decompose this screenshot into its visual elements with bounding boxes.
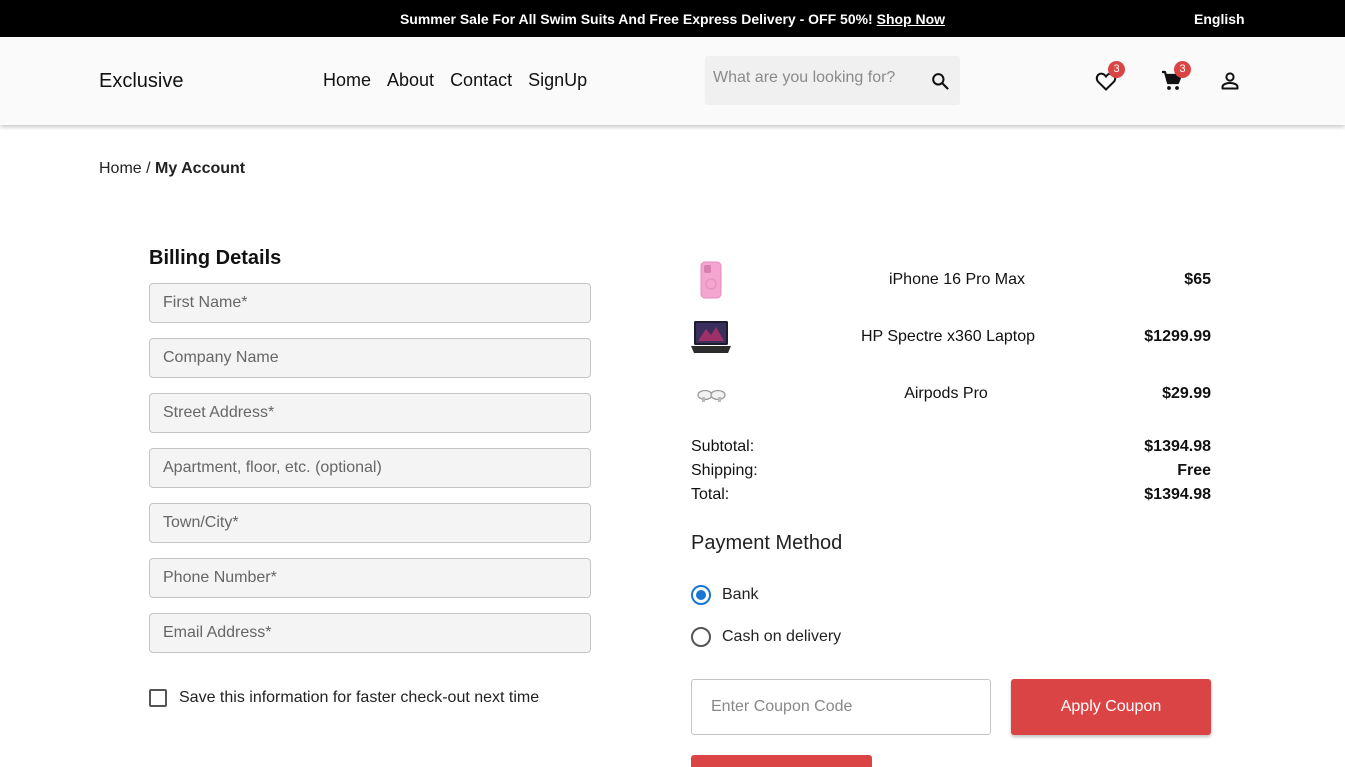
total-value: $1394.98	[1144, 486, 1211, 503]
first-name-field	[149, 283, 591, 323]
cod-radio[interactable]	[691, 627, 711, 647]
search-input[interactable]	[713, 69, 913, 87]
order-item-price: $65	[1184, 271, 1211, 288]
apartment-input[interactable]	[150, 449, 590, 487]
order-item-price: $1299.99	[1144, 328, 1211, 345]
cod-label: Cash on delivery	[722, 628, 842, 645]
logo[interactable]: Exclusive	[99, 70, 183, 93]
company-name-input[interactable]	[150, 339, 590, 377]
main-nav: Home About Contact SignUp	[323, 70, 587, 91]
order-item: HP Spectre x360 Laptop $1299.99	[691, 317, 1211, 357]
coupon-input[interactable]	[692, 680, 990, 734]
shipping-value: Free	[1177, 462, 1211, 479]
company-name-field	[149, 338, 591, 378]
phone-number-input[interactable]	[150, 559, 590, 597]
search-box	[705, 56, 960, 105]
laptop-icon	[691, 321, 731, 353]
apartment-field	[149, 448, 591, 488]
first-name-input[interactable]	[150, 284, 590, 322]
email-address-field	[149, 613, 591, 653]
promo-banner: Summer Sale For All Swim Suits And Free …	[0, 11, 1345, 27]
email-address-input[interactable]	[150, 614, 590, 652]
shipping-label: Shipping:	[691, 462, 758, 479]
order-item-name: HP Spectre x360 Laptop	[860, 328, 1036, 345]
coupon-field	[691, 679, 991, 735]
breadcrumb: Home / My Account	[99, 160, 245, 178]
announcement-bar: Summer Sale For All Swim Suits And Free …	[0, 0, 1345, 37]
bank-radio[interactable]	[691, 585, 711, 605]
subtotal-row: Subtotal: $1394.98	[691, 438, 1211, 458]
order-item-name: iPhone 16 Pro Max	[888, 271, 1026, 288]
bank-label: Bank	[722, 586, 759, 603]
street-address-input[interactable]	[150, 394, 590, 432]
town-city-field	[149, 503, 591, 543]
payment-option-bank[interactable]: Bank	[691, 585, 758, 605]
order-item-price: $29.99	[1162, 385, 1211, 402]
user-icon[interactable]	[1218, 69, 1242, 93]
language-selector[interactable]: English	[1194, 11, 1245, 27]
street-address-field	[149, 393, 591, 433]
payment-option-cod[interactable]: Cash on delivery	[691, 627, 841, 647]
shop-now-link[interactable]: Shop Now	[877, 11, 945, 27]
nav-signup[interactable]: SignUp	[528, 70, 587, 91]
save-info-checkbox[interactable]	[149, 689, 167, 707]
wishlist-badge: 3	[1108, 61, 1125, 78]
shipping-row: Shipping: Free	[691, 462, 1211, 482]
order-item-name: Airpods Pro	[904, 385, 988, 402]
earbuds-icon	[697, 389, 726, 402]
order-item: iPhone 16 Pro Max $65	[691, 260, 1211, 300]
total-label: Total:	[691, 486, 730, 503]
site-header: Exclusive Home About Contact SignUp 3 3	[0, 37, 1345, 125]
apply-coupon-button[interactable]: Apply Coupon	[1011, 679, 1211, 735]
breadcrumb-current: My Account	[155, 160, 246, 177]
place-order-button[interactable]	[691, 755, 872, 767]
town-city-input[interactable]	[150, 504, 590, 542]
save-info-row[interactable]: Save this information for faster check-o…	[149, 689, 539, 707]
payment-method-title: Payment Method	[691, 532, 843, 554]
promo-text: Summer Sale For All Swim Suits And Free …	[399, 11, 873, 27]
nav-home[interactable]: Home	[323, 70, 371, 91]
phone-icon	[700, 261, 722, 299]
search-icon[interactable]	[930, 71, 950, 91]
breadcrumb-home[interactable]: Home	[99, 160, 142, 177]
nav-about[interactable]: About	[387, 70, 434, 91]
order-item: Airpods Pro $29.99	[691, 374, 1211, 414]
subtotal-label: Subtotal:	[691, 438, 755, 455]
nav-contact[interactable]: Contact	[450, 70, 512, 91]
subtotal-value: $1394.98	[1144, 438, 1211, 455]
cart-badge: 3	[1174, 61, 1191, 78]
breadcrumb-separator: /	[146, 160, 151, 177]
billing-title: Billing Details	[149, 247, 282, 269]
phone-number-field	[149, 558, 591, 598]
total-row: Total: $1394.98	[691, 486, 1211, 506]
save-info-label: Save this information for faster check-o…	[179, 689, 540, 706]
